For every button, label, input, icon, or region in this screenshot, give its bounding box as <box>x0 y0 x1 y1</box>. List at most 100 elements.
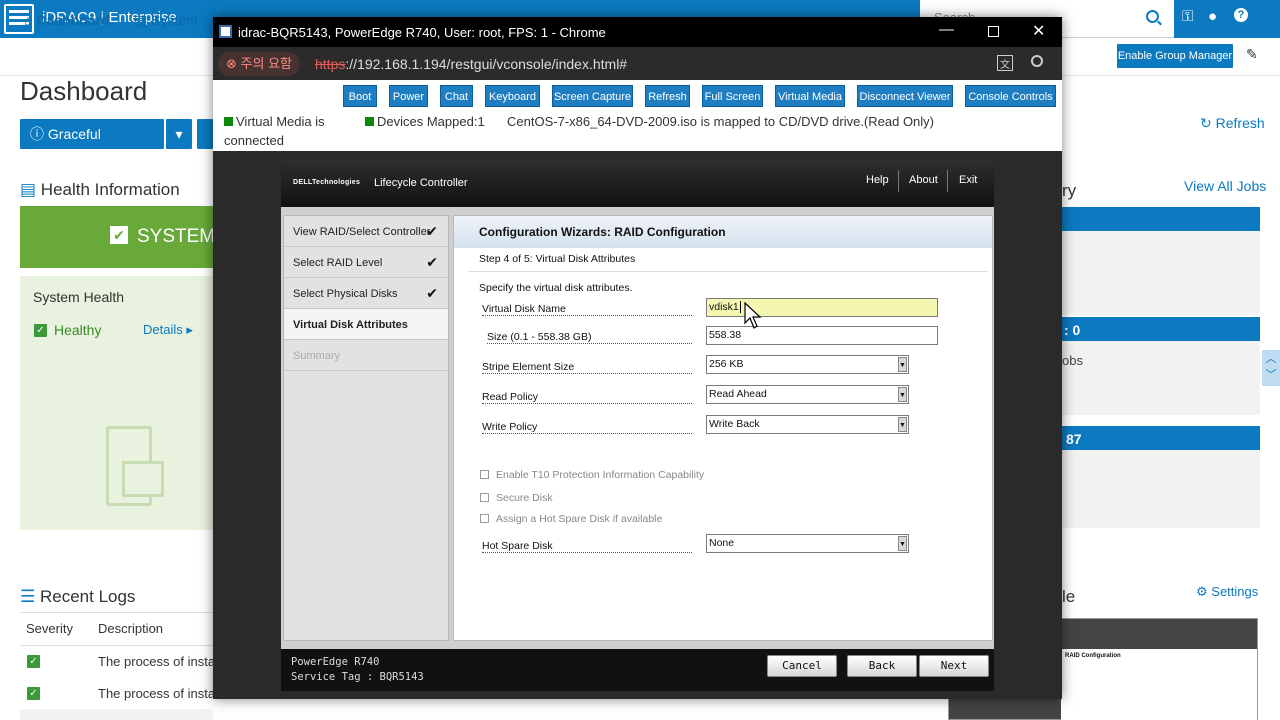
system-status-banner: ✔ SYSTEM <box>20 206 216 268</box>
graceful-shutdown-button[interactable]: ⓘ Graceful Shutdown <box>20 119 164 172</box>
step-virtual-disk-attributes[interactable]: Virtual Disk Attributes <box>284 309 448 340</box>
details-link[interactable]: Details ▸ <box>143 322 193 338</box>
help-icon[interactable]: ? <box>1234 8 1248 22</box>
read-policy-label: Read Policy <box>482 391 692 404</box>
virtual-media-status: Virtual Media is <box>224 114 325 129</box>
dropdown-arrow-icon: ▼ <box>898 357 907 372</box>
footer-model: PowerEdge R740 <box>291 656 380 668</box>
keyboard-button[interactable]: Keyboard <box>485 85 540 107</box>
refresh-button[interactable]: Refresh <box>645 85 690 107</box>
console-controls-button[interactable]: Console Controls <box>965 85 1056 107</box>
boot-button[interactable]: Boot <box>343 85 377 107</box>
translate-icon[interactable]: 文 <box>997 55 1013 71</box>
shutdown-dropdown-button[interactable]: ▾ <box>166 119 192 149</box>
power-button[interactable]: Power <box>389 85 428 107</box>
check-icon: ✔ <box>426 285 438 301</box>
jobs-panel-body <box>1062 231 1260 315</box>
instruction-text: Specify the virtual disk attributes. <box>479 282 633 294</box>
disconnect-viewer-button[interactable]: Disconnect Viewer <box>857 85 953 107</box>
search-icon[interactable] <box>1146 10 1159 23</box>
window-titlebar: idrac-BQR5143, PowerEdge R740, User: roo… <box>213 17 1062 47</box>
pin-icon[interactable]: ✎ <box>1246 46 1258 63</box>
minimize-icon[interactable]: — <box>939 21 954 38</box>
group-icon[interactable]: ⚿ <box>1182 8 1193 25</box>
t10-checkbox[interactable]: Enable T10 Protection Information Capabi… <box>480 469 704 481</box>
stripe-size-label: Stripe Element Size <box>482 361 692 374</box>
check-icon: ✔ <box>426 254 438 270</box>
screen-capture-button[interactable]: Screen Capture <box>552 85 633 107</box>
refresh-icon: ↻ <box>1200 115 1212 131</box>
close-icon[interactable]: ✕ <box>1032 21 1045 41</box>
back-button[interactable]: Back <box>847 655 917 677</box>
refresh-link[interactable]: ↻ Refresh <box>1200 115 1265 132</box>
virtual-media-status-line2: connected <box>224 133 284 148</box>
about-link[interactable]: About <box>909 174 938 186</box>
vd-name-input[interactable]: vdisk1 <box>706 298 938 317</box>
help-link[interactable]: Help <box>866 174 889 186</box>
wizard-steps: View RAID/Select Controller ✔ Select RAID… <box>283 215 449 641</box>
dropdown-arrow-icon: ▼ <box>898 387 907 402</box>
window-title: idrac-BQR5143, PowerEdge R740, User: roo… <box>238 25 606 40</box>
nav-dashboard[interactable]: ⌂ Dashboard <box>24 12 109 28</box>
security-warning-chip[interactable]: ⊗ 주의 요함 <box>218 52 300 76</box>
mouse-cursor-icon <box>744 302 762 329</box>
healthy-status: Healthy <box>54 322 102 338</box>
read-policy-select[interactable]: Read Ahead ▼ <box>706 385 909 404</box>
lc-footer: PowerEdge R740 Service Tag : BQR5143 Can… <box>281 649 994 691</box>
url-text[interactable]: https://192.168.1.194/restgui/vconsole/i… <box>315 56 627 72</box>
jobs-count-bar: : 0 <box>1062 317 1260 341</box>
view-all-jobs-link[interactable]: View All Jobs <box>1184 178 1266 194</box>
secure-disk-checkbox[interactable]: Secure Disk <box>480 492 553 504</box>
log-row: The process of insta <box>98 686 216 701</box>
zoom-icon[interactable] <box>1031 55 1043 67</box>
next-button[interactable]: Next <box>919 655 989 677</box>
recent-logs-title: ☰ Recent Logs <box>20 587 136 606</box>
app-icon <box>219 25 232 38</box>
action-button[interactable] <box>197 119 213 149</box>
enable-group-manager-button[interactable]: Enable Group Manager <box>1117 44 1233 68</box>
system-icon: ▤ <box>134 12 148 28</box>
virtual-media-button[interactable]: Virtual Media <box>775 85 845 107</box>
hot-spare-assign-checkbox[interactable]: Assign a Hot Spare Disk if available <box>480 513 662 525</box>
nav-system[interactable]: ▤ System <box>134 12 198 29</box>
step-select-raid-level[interactable]: Select RAID Level ✔ <box>284 247 448 278</box>
user-icon[interactable]: ● <box>1208 8 1217 25</box>
log-row: The process of insta <box>98 654 216 669</box>
step-view-raid[interactable]: View RAID/Select Controller ✔ <box>284 216 448 247</box>
list-icon: ▤ <box>20 180 37 199</box>
maximize-icon[interactable] <box>988 26 999 37</box>
chat-button[interactable]: Chat <box>440 85 473 107</box>
full-screen-button[interactable]: Full Screen <box>702 85 763 107</box>
checkbox-icon <box>480 470 489 479</box>
size-label: Size (0.1 - 558.38 GB) <box>487 331 692 344</box>
write-policy-select[interactable]: Write Back ▼ <box>706 415 909 434</box>
power-icon: ⓘ <box>30 126 44 142</box>
size-input[interactable]: 558.38 <box>706 326 938 345</box>
checkbox-icon <box>480 514 489 523</box>
checkbox-icon <box>480 493 489 502</box>
lc-title: Lifecycle Controller <box>374 177 468 189</box>
hot-spare-select[interactable]: None ▼ <box>706 534 909 553</box>
exit-link[interactable]: Exit <box>959 174 977 186</box>
settings-link[interactable]: ⚙ Settings <box>1196 584 1258 600</box>
step-select-physical-disks[interactable]: Select Physical Disks ✔ <box>284 278 448 309</box>
menu-divider <box>898 170 899 192</box>
health-information-title: ▤ Health Information <box>20 180 180 199</box>
iso-mapped-status: CentOS-7-x86_64-DVD-2009.iso is mapped t… <box>507 114 935 129</box>
vd-name-label: Virtual Disk Name <box>482 303 692 316</box>
jobs-title-fragment: ry <box>1062 181 1077 200</box>
severity-column-header: Severity <box>26 621 73 636</box>
thumbnail-title: RAID Configuration <box>1065 653 1121 659</box>
system-banner-label: SYSTEM <box>137 226 216 247</box>
scroll-arrows[interactable]: ︿ ﹀ <box>1262 350 1280 386</box>
cancel-button[interactable]: Cancel <box>767 655 837 677</box>
lc-header: DELLTechnologies Lifecycle Controller He… <box>281 159 994 207</box>
system-health-panel: System Health ✓ Healthy Details ▸ <box>20 276 214 530</box>
chrome-window: idrac-BQR5143, PowerEdge R740, User: roo… <box>213 17 1062 699</box>
stripe-size-select[interactable]: 256 KB ▼ <box>706 355 909 374</box>
healthy-check-icon: ✓ <box>34 324 47 337</box>
log-row-partial <box>20 709 213 720</box>
divider <box>468 271 988 272</box>
system-health-title: System Health <box>33 289 125 305</box>
lifecycle-controller[interactable]: DELLTechnologies Lifecycle Controller He… <box>281 159 994 691</box>
